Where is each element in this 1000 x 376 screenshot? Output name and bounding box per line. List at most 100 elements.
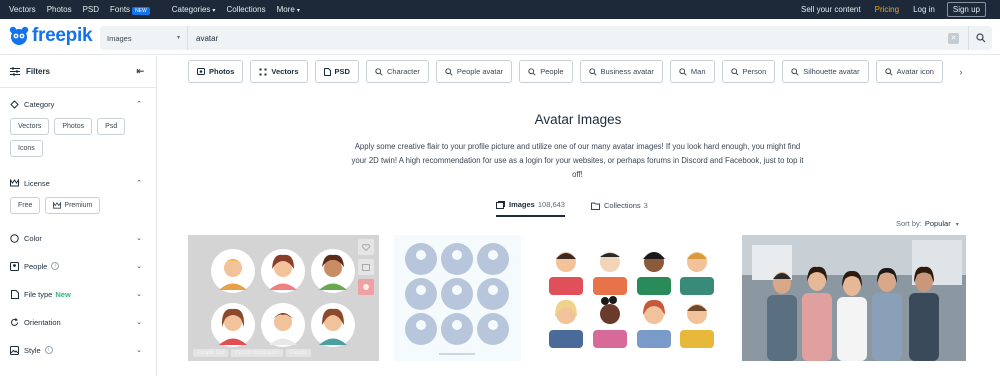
sort-by-select[interactable]: Sort by: Popular ▾ xyxy=(896,219,959,228)
orientation-section[interactable]: Orientation ⌄ xyxy=(0,308,156,336)
chip-premium[interactable]: Premium xyxy=(45,197,101,214)
card-actions xyxy=(358,239,374,295)
avatar-set-illustration xyxy=(211,249,355,347)
tag-psd[interactable]: PSD xyxy=(314,60,359,83)
chevron-down-icon: ▾ xyxy=(212,8,216,14)
sort-by-value: Popular xyxy=(924,219,951,228)
tag-label: People avatar xyxy=(456,67,504,76)
result-card[interactable] xyxy=(742,235,966,361)
search-icon xyxy=(791,67,799,76)
rotate-icon xyxy=(10,317,19,327)
search-bar: Images ▾ ✕ xyxy=(100,26,992,50)
tag-label: Person xyxy=(742,67,767,76)
nav-fonts-label: Fonts xyxy=(110,5,131,14)
sell-content-link[interactable]: Sell your content xyxy=(801,5,861,14)
nav-collections[interactable]: Collections xyxy=(226,5,265,14)
chip-free[interactable]: Free xyxy=(10,197,41,214)
file-type-section[interactable]: File type New ⌄ xyxy=(0,280,156,308)
result-card[interactable] xyxy=(394,235,521,361)
search-icon xyxy=(975,33,985,43)
chevron-down-icon: ▾ xyxy=(176,35,180,41)
freepik-logo[interactable]: freepik xyxy=(8,25,93,47)
like-icon[interactable] xyxy=(358,239,374,255)
result-card[interactable] xyxy=(535,235,727,361)
header: freepik Images ▾ ✕ xyxy=(0,19,1000,55)
new-tag: New xyxy=(55,289,71,299)
tag-character[interactable]: Character xyxy=(365,60,429,83)
nav-vectors[interactable]: Vectors xyxy=(9,5,36,14)
file-icon xyxy=(10,289,19,299)
collection-icon[interactable] xyxy=(358,259,374,275)
search-icon xyxy=(730,67,739,76)
pricing-link[interactable]: Pricing xyxy=(875,5,899,14)
chip-icons[interactable]: Icons xyxy=(10,140,43,157)
style-section[interactable]: Style i ⌄ xyxy=(0,336,156,364)
chip-vectors[interactable]: Vectors xyxy=(10,118,50,135)
chevron-right-icon[interactable]: › xyxy=(950,60,972,83)
search-icon xyxy=(445,67,453,76)
tag-people-avatar[interactable]: People avatar xyxy=(435,60,513,83)
color-section[interactable]: Color ⌄ xyxy=(0,224,156,252)
tab-collections-count: 3 xyxy=(643,201,648,210)
nav-fonts[interactable]: Fonts NEW xyxy=(110,5,161,15)
collapse-sidebar-icon[interactable]: ⇤ xyxy=(136,66,144,77)
tab-collections[interactable]: Collections 3 xyxy=(590,200,648,217)
filters-header: Filters ⇤ xyxy=(0,56,156,88)
psd-icon xyxy=(323,67,331,76)
chevron-down-icon: ⌄ xyxy=(136,319,142,326)
login-link[interactable]: Log in xyxy=(913,5,935,14)
tag-vectors[interactable]: Vectors xyxy=(250,60,308,83)
tag-label: Man xyxy=(690,67,706,76)
category-icon xyxy=(10,99,19,109)
search-icon xyxy=(884,67,893,76)
result-card[interactable]: People Set Person Illustration People xyxy=(188,235,379,361)
tag-label: Vectors xyxy=(271,67,299,76)
tab-images-count: 108,643 xyxy=(537,200,565,209)
info-icon[interactable]: i xyxy=(51,262,60,270)
card-tag[interactable]: People xyxy=(285,349,312,357)
photo-icon xyxy=(197,68,205,75)
info-icon[interactable]: i xyxy=(44,346,53,354)
category-header[interactable]: Category ⌃ xyxy=(10,90,156,118)
tag-man[interactable]: Man xyxy=(669,60,715,83)
signup-button[interactable]: Sign up xyxy=(946,2,986,17)
card-tag[interactable]: People Set xyxy=(193,349,228,357)
tag-people[interactable]: People xyxy=(519,60,573,83)
chip-psd[interactable]: Psd xyxy=(97,118,126,135)
tag-silhouette-avatar[interactable]: Silhouette avatar xyxy=(782,60,869,83)
chevron-down-icon: ▾ xyxy=(955,222,959,228)
palette-icon xyxy=(10,233,19,243)
chip-photos[interactable]: Photos xyxy=(54,118,93,135)
filters-sidebar: Filters ⇤ Category ⌃ Vectors Photos Psd … xyxy=(0,56,157,376)
tag-label: Photos xyxy=(209,67,235,76)
tag-business-avatar[interactable]: Business avatar xyxy=(579,60,663,83)
nav-categories[interactable]: Categories ▾ xyxy=(172,5,216,14)
search-input[interactable] xyxy=(188,26,948,50)
tag-person[interactable]: Person xyxy=(721,60,776,83)
page-title: Avatar Images xyxy=(534,112,622,127)
tag-photos[interactable]: Photos xyxy=(188,60,244,83)
color-label: Color xyxy=(24,233,42,243)
tag-label: Business avatar xyxy=(600,67,654,76)
card-tag[interactable]: Person Illustration xyxy=(230,349,283,357)
nav-psd[interactable]: PSD xyxy=(83,5,99,14)
file-type-label: File type xyxy=(24,289,53,299)
premium-icon[interactable] xyxy=(358,279,374,295)
chevron-down-icon: ⌄ xyxy=(136,291,142,298)
nav-more[interactable]: More ▾ xyxy=(277,5,300,14)
diverse-avatars-illustration xyxy=(549,252,714,348)
tag-avatar-icon[interactable]: Avatar icon xyxy=(875,60,943,83)
nav-photos[interactable]: Photos xyxy=(47,5,72,14)
group-photo xyxy=(742,235,966,361)
clear-search-icon[interactable]: ✕ xyxy=(948,32,959,44)
style-label: Style xyxy=(24,345,41,355)
tag-label: People xyxy=(540,67,564,76)
search-button[interactable] xyxy=(968,26,992,50)
chevron-down-icon: ⌄ xyxy=(136,235,142,242)
tab-images[interactable]: Images 108,643 xyxy=(496,200,565,217)
search-type-select[interactable]: Images ▾ xyxy=(100,26,188,50)
people-section[interactable]: People i ⌄ xyxy=(0,252,156,280)
license-header[interactable]: License ⌃ xyxy=(10,169,156,197)
related-tags-bar: Photos Vectors PSD Character People avat… xyxy=(188,60,978,84)
new-badge: NEW xyxy=(132,7,150,15)
